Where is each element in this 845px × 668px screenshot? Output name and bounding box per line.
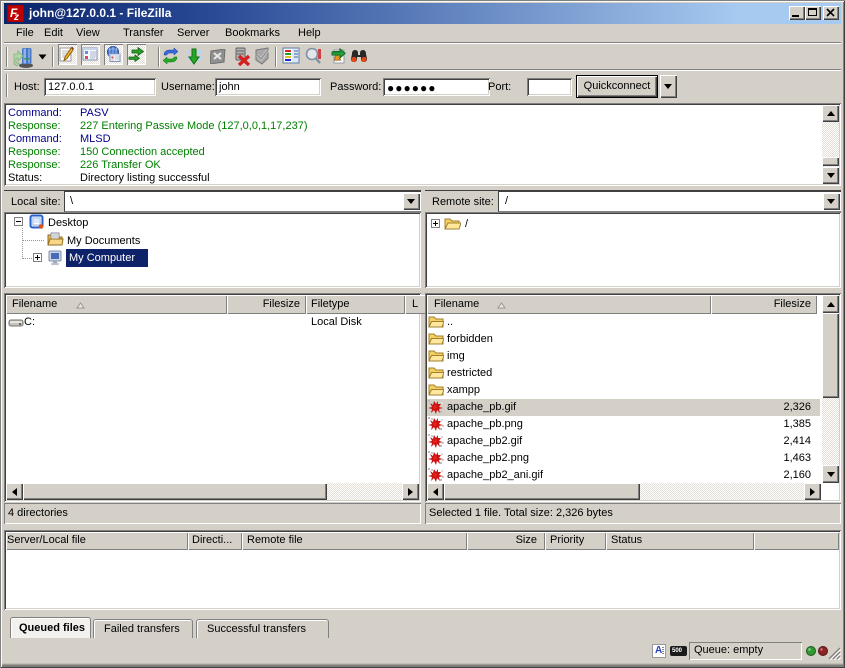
svg-text:z: z xyxy=(13,12,19,22)
